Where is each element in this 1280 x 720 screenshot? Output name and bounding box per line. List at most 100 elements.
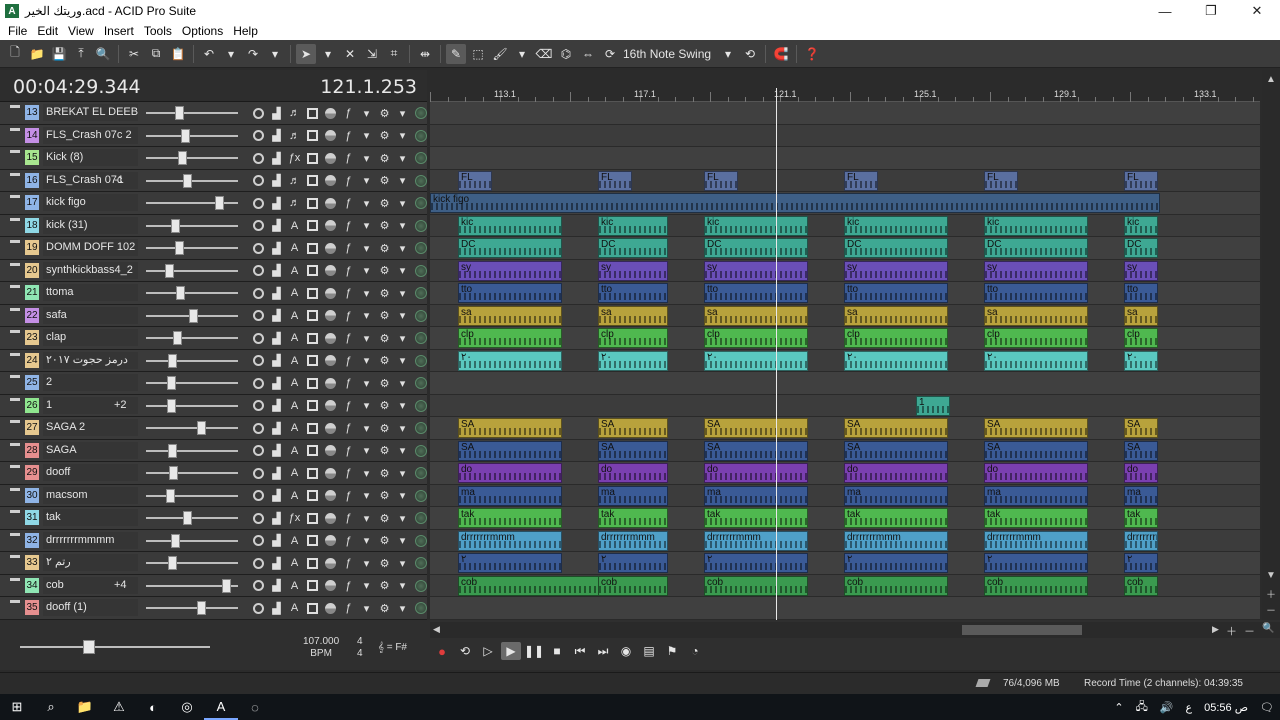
track-settings-gear-icon[interactable]: ⚙ — [377, 600, 392, 616]
track-lane[interactable]: ma ma ma ma ma ma — [430, 484, 1260, 507]
audio-event[interactable]: SA — [1124, 440, 1158, 461]
track-solo-icon[interactable] — [323, 578, 338, 594]
track-bus-icon[interactable] — [413, 218, 427, 234]
track-settings-gear-icon[interactable]: ⚙ — [377, 128, 392, 144]
track-settings-dropdown-icon[interactable]: ▾ — [395, 443, 410, 459]
track-settings-gear-icon[interactable]: ⚙ — [377, 420, 392, 436]
track-mode-icon[interactable]: A — [287, 555, 302, 571]
track-lane[interactable]: 1 — [430, 394, 1260, 417]
audio-event[interactable]: do — [1124, 463, 1158, 483]
paint-dropdown-icon[interactable]: ▾ — [512, 44, 532, 64]
track-volume-thumb[interactable] — [175, 241, 185, 255]
track-settings-gear-icon[interactable]: ⚙ — [377, 398, 392, 414]
track-row[interactable]: 20 synthkickbass4_2 ▟ A ƒ ▾ ⚙ ▾ — [0, 259, 427, 282]
track-mute-icon[interactable] — [305, 330, 320, 346]
time-position[interactable]: 00:04:29.344 — [13, 76, 141, 98]
track-number[interactable]: 25 — [25, 375, 39, 390]
track-number[interactable]: 27 — [25, 420, 39, 435]
clock-time[interactable]: ص 05:56 — [1198, 701, 1254, 714]
track-grip[interactable] — [10, 555, 20, 558]
audio-event[interactable]: SA — [598, 418, 668, 438]
zoom-tool-icon[interactable]: 🔍 — [1262, 623, 1274, 634]
track-fx-dropdown-icon[interactable]: ▾ — [359, 555, 374, 571]
track-fx-icon[interactable]: ƒ — [341, 105, 356, 121]
audio-event[interactable]: drrrrrrrmmm — [1124, 530, 1158, 551]
track-fx-dropdown-icon[interactable]: ▾ — [359, 330, 374, 346]
audio-event[interactable]: tak — [704, 508, 808, 528]
track-record-arm-icon[interactable] — [251, 330, 266, 346]
go-to-end-button[interactable]: ⏭ — [593, 642, 613, 660]
search-icon[interactable]: ⌕ — [34, 694, 68, 720]
track-fx-icon[interactable]: ƒ — [341, 150, 356, 166]
track-settings-dropdown-icon[interactable]: ▾ — [395, 105, 410, 121]
track-row[interactable]: 34 cob +4 ▟ A ƒ ▾ ⚙ ▾ — [0, 574, 427, 597]
track-settings-gear-icon[interactable]: ⚙ — [377, 330, 392, 346]
track-volume-thumb[interactable] — [222, 578, 232, 593]
track-lane[interactable]: kick figo — [430, 192, 1260, 215]
track-number[interactable]: 24 — [25, 352, 39, 368]
track-fx-icon[interactable]: ƒ — [341, 240, 356, 256]
track-meter-icon[interactable]: ▟ — [269, 173, 284, 189]
audio-event[interactable]: clp — [984, 328, 1088, 348]
track-fx-dropdown-icon[interactable]: ▾ — [359, 510, 374, 526]
audio-event[interactable]: SA — [458, 418, 562, 438]
track-row[interactable]: 15 Kick (8) ▟ ƒx ƒ ▾ ⚙ ▾ — [0, 147, 427, 170]
track-bus-icon[interactable] — [413, 398, 427, 414]
minimize-button[interactable]: — — [1142, 0, 1188, 22]
track-fx-icon[interactable]: ƒ — [341, 195, 356, 211]
track-row[interactable]: 29 dooff ▟ A ƒ ▾ ⚙ ▾ — [0, 462, 427, 485]
audio-event[interactable]: SA — [844, 418, 948, 438]
track-fx-icon[interactable]: ƒ — [341, 375, 356, 391]
track-meter-icon[interactable]: ▟ — [269, 195, 284, 211]
beat-position[interactable]: 121.1.253 — [320, 76, 417, 98]
audio-event[interactable]: drrrrrrrmmm — [598, 530, 668, 551]
h-zoom-out-icon[interactable]: － — [1244, 623, 1255, 639]
track-solo-icon[interactable] — [323, 150, 338, 166]
track-grip[interactable] — [10, 307, 20, 311]
track-name[interactable]: FLS_Crash 07c 2 — [43, 126, 138, 144]
menu-tools[interactable]: Tools — [139, 24, 177, 38]
track-volume-slider[interactable] — [146, 511, 238, 525]
track-number[interactable]: 29 — [25, 465, 39, 480]
notifications-icon[interactable]: 🗨 — [1254, 701, 1280, 714]
track-name[interactable]: ttoma — [43, 284, 138, 301]
track-meter-icon[interactable]: ▟ — [269, 308, 284, 324]
track-meter-icon[interactable]: ▟ — [269, 285, 284, 301]
scroll-left-icon[interactable]: ◀ — [433, 624, 440, 635]
split-icon[interactable]: ✕ — [340, 44, 360, 64]
track-name[interactable]: Kick (8) — [43, 149, 138, 166]
track-name[interactable]: درمز حجوت ٢٠١٧ — [43, 351, 138, 369]
app-circle-icon[interactable]: ◌ — [238, 694, 272, 720]
track-fx-icon[interactable]: ƒ — [341, 443, 356, 459]
track-mute-icon[interactable] — [305, 263, 320, 279]
render-icon[interactable]: ⤒ — [71, 44, 91, 64]
track-solo-icon[interactable] — [323, 420, 338, 436]
track-mute-icon[interactable] — [305, 488, 320, 504]
track-grip[interactable] — [10, 330, 20, 333]
track-fx-icon[interactable]: ƒ — [341, 353, 356, 369]
track-mute-icon[interactable] — [305, 240, 320, 256]
track-solo-icon[interactable] — [323, 128, 338, 144]
track-grip[interactable] — [10, 577, 20, 581]
track-lane[interactable]: ٢ ٢ ٢ ٢ ٢ ٢ — [430, 552, 1260, 575]
audio-event[interactable]: ma — [458, 485, 562, 506]
track-settings-gear-icon[interactable]: ⚙ — [377, 173, 392, 189]
track-meter-icon[interactable]: ▟ — [269, 105, 284, 121]
swing-apply-icon[interactable]: ⟲ — [740, 44, 760, 64]
audio-event[interactable]: drrrrrrrmmm — [458, 530, 562, 551]
restore-button[interactable]: ❐ — [1188, 0, 1234, 22]
audio-event[interactable]: sa — [844, 305, 948, 326]
track-settings-gear-icon[interactable]: ⚙ — [377, 285, 392, 301]
track-mute-icon[interactable] — [305, 578, 320, 594]
track-mode-icon[interactable]: A — [287, 218, 302, 234]
track-number[interactable]: 15 — [25, 150, 39, 165]
track-volume-slider[interactable] — [146, 556, 238, 570]
track-settings-gear-icon[interactable]: ⚙ — [377, 375, 392, 391]
track-solo-icon[interactable] — [323, 195, 338, 211]
audio-event[interactable]: sa — [704, 305, 808, 326]
track-settings-dropdown-icon[interactable]: ▾ — [395, 330, 410, 346]
track-record-arm-icon[interactable] — [251, 240, 266, 256]
track-name[interactable]: dooff (1) — [43, 599, 138, 616]
track-bus-icon[interactable] — [413, 195, 427, 211]
audio-event[interactable]: drrrrrrrmmm — [704, 530, 808, 551]
